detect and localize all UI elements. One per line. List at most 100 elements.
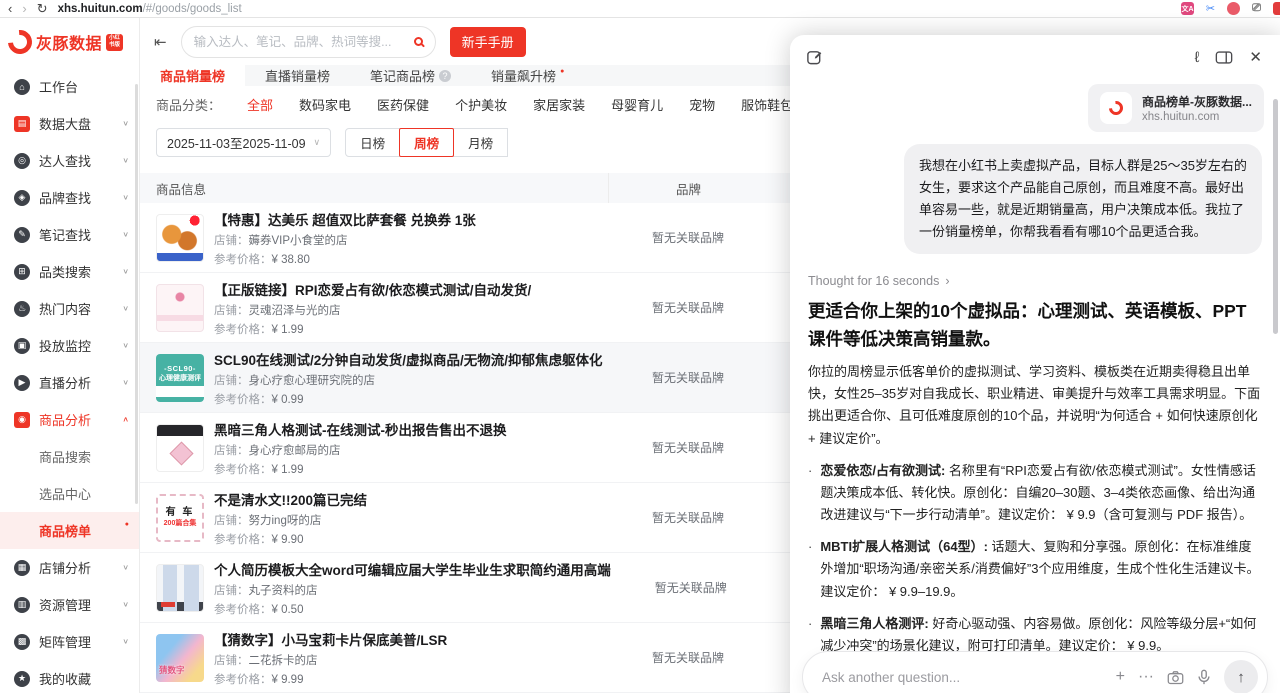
category-option[interactable]: 母婴育儿: [611, 95, 663, 114]
category-option[interactable]: 医药保健: [377, 95, 429, 114]
sidebar-item[interactable]: ▩ 矩阵管理 ∨: [0, 623, 139, 660]
microphone-icon[interactable]: [1197, 669, 1211, 685]
sidebar-item[interactable]: ▶ 直播分析 ∨: [0, 364, 139, 401]
product-title[interactable]: 【正版链接】RPI恋爱占有欲/依恋模式测试/自动发货/: [214, 279, 531, 299]
logo-text: 灰豚数据: [36, 30, 102, 54]
sidebar-item[interactable]: ◉ 商品分析 ∧: [0, 401, 139, 438]
ask-input[interactable]: [822, 670, 1103, 685]
page-context-chip[interactable]: 商品榜单-灰豚数据... xhs.huitun.com: [1088, 84, 1264, 132]
sidebar-item[interactable]: ⌂ 工作台: [0, 68, 139, 105]
forward-icon[interactable]: ›: [22, 2, 26, 15]
clipped-extension-icon[interactable]: [1273, 2, 1280, 15]
product-cell: 【正版链接】RPI恋爱占有欲/依恋模式测试/自动发货/ 店铺：灵魂沼泽与光的店 …: [140, 279, 608, 337]
new-chat-icon[interactable]: [806, 49, 823, 66]
period-tab[interactable]: 周榜: [399, 128, 454, 157]
search-icon[interactable]: [414, 37, 423, 46]
rank-tab[interactable]: 直播销量榜: [245, 65, 350, 86]
answer-heading: 更适合你上架的10个虚拟品：心理测试、英语模板、PPT课件等低决策高销量款。: [808, 298, 1262, 352]
sidebar-item[interactable]: ◈ 品牌查找 ∨: [0, 179, 139, 216]
category-option[interactable]: 宠物: [689, 95, 715, 114]
answer-bullet: · MBTI扩展人格测试（64型）: 话题大、复购和分享强。原创化：在标准维度外…: [808, 536, 1262, 602]
collapse-sidebar-icon[interactable]: ⇤: [154, 33, 167, 51]
sidebar-item-icon: ◉: [14, 412, 30, 428]
sidebar-item[interactable]: 选品中心: [0, 475, 139, 512]
product-thumbnail[interactable]: 有 车 200篇合集: [156, 494, 204, 542]
help-icon[interactable]: ?: [439, 70, 451, 82]
sidebar-item[interactable]: 商品搜索: [0, 438, 139, 475]
product-title[interactable]: 【特惠】达美乐 超值双比萨套餐 兑换券 1张: [214, 209, 476, 229]
back-icon[interactable]: ‹: [8, 2, 12, 15]
category-option[interactable]: 全部: [247, 95, 273, 114]
brand-cell: 暂无关联品牌: [608, 439, 768, 456]
new-dot-icon: ●: [125, 521, 129, 528]
chevron-icon: ∨: [122, 193, 129, 202]
translate-extension-icon[interactable]: 文A: [1181, 2, 1194, 15]
chevron-icon: ∨: [122, 304, 129, 313]
close-icon[interactable]: ✕: [1249, 48, 1262, 66]
product-thumbnail[interactable]: [156, 284, 204, 332]
panel-scrollbar[interactable]: [1273, 99, 1278, 334]
rank-tab[interactable]: 销量飙升榜 ●: [471, 65, 584, 86]
search-input[interactable]: [194, 35, 406, 49]
rank-tab[interactable]: 笔记商品榜 ?: [350, 65, 471, 86]
category-option[interactable]: 数码家电: [299, 95, 351, 114]
sidebar-item[interactable]: ▥ 资源管理 ∨: [0, 586, 139, 623]
sidebar-item[interactable]: ▦ 店铺分析 ∨: [0, 549, 139, 586]
thought-label: Thought for 16 seconds: [808, 274, 939, 288]
camera-extension-icon[interactable]: ⎚: [1250, 2, 1263, 15]
app-logo[interactable]: 灰豚数据 小红书版: [0, 18, 139, 62]
category-option[interactable]: 家居家装: [533, 95, 585, 114]
chevron-icon: ∨: [122, 563, 129, 572]
chevron-icon: ∨: [122, 119, 129, 128]
sidebar-item[interactable]: ▤ 数据大盘 ∨: [0, 105, 139, 142]
category-option[interactable]: 服饰鞋包: [741, 95, 793, 114]
rank-tab[interactable]: 商品销量榜: [140, 65, 245, 86]
logo-badge: 小红书版: [106, 34, 123, 51]
sidebar-item[interactable]: ★ 我的收藏: [0, 660, 139, 693]
side-panel-toggle-icon[interactable]: [1215, 50, 1233, 65]
product-title[interactable]: 不是清水文!!200篇已完结: [214, 489, 367, 509]
product-title[interactable]: 黑暗三角人格测试-在线测试-秒出报告售出不退换: [214, 419, 507, 439]
category-option[interactable]: 个护美妆: [455, 95, 507, 114]
product-title[interactable]: 【猜数字】小马宝莉卡片保底美普/LSR: [214, 629, 447, 649]
period-tab[interactable]: 月榜: [453, 128, 508, 157]
product-shop: 店铺：努力ing呀的店: [214, 512, 367, 528]
column-product: 商品信息: [140, 179, 608, 198]
sidebar-item[interactable]: 商品榜单 ●: [0, 512, 139, 549]
signature-pen-icon[interactable]: ℓ: [1195, 49, 1200, 66]
more-options-icon[interactable]: ···: [1138, 668, 1154, 686]
product-thumbnail[interactable]: -SCL90- 心理健康测评: [156, 354, 204, 402]
date-range-value: 2025-11-03至2025-11-09: [167, 133, 306, 152]
product-thumbnail[interactable]: 猜数字: [156, 634, 204, 682]
sidebar-item-icon: ◈: [14, 190, 30, 206]
sidebar-item-icon: ▩: [14, 634, 30, 650]
period-tab[interactable]: 日榜: [345, 128, 400, 157]
scissors-extension-icon[interactable]: ✂: [1204, 2, 1217, 15]
product-price: 参考价格：¥ 0.99: [214, 391, 603, 407]
product-title[interactable]: 个人简历模板大全word可编辑应届大学生毕业生求职简约通用高端: [214, 559, 611, 579]
sidebar-item[interactable]: ♨ 热门内容 ∨: [0, 290, 139, 327]
sidebar-item-icon: ▦: [14, 560, 30, 576]
refresh-icon[interactable]: ↻: [37, 2, 48, 15]
sidebar-item-label: 商品榜单: [39, 521, 120, 540]
date-range-select[interactable]: 2025-11-03至2025-11-09 ∨: [156, 128, 331, 157]
sidebar-scrollbar[interactable]: [135, 84, 138, 504]
thought-toggle[interactable]: Thought for 16 seconds ›: [808, 274, 1262, 288]
recorder-extension-icon[interactable]: [1227, 2, 1240, 15]
sidebar-item[interactable]: ▣ 投放监控 ∨: [0, 327, 139, 364]
product-thumbnail[interactable]: [156, 564, 204, 612]
sidebar-item[interactable]: ◎ 达人查找 ∨: [0, 142, 139, 179]
product-thumbnail[interactable]: [156, 424, 204, 472]
handbook-button[interactable]: 新手手册: [450, 27, 526, 57]
sidebar-item-label: 店铺分析: [39, 558, 113, 577]
screenshot-camera-icon[interactable]: [1167, 670, 1184, 685]
sidebar-item[interactable]: ⊞ 品类搜索 ∨: [0, 253, 139, 290]
product-title[interactable]: SCL90在线测试/2分钟自动发货/虚拟商品/无物流/抑郁焦虑躯体化: [214, 349, 603, 369]
url-bar[interactable]: xhs.huitun.com/#/goods/goods_list: [58, 3, 242, 15]
sidebar-item-icon: ▥: [14, 597, 30, 613]
send-button[interactable]: ↑: [1224, 660, 1258, 693]
attach-plus-icon[interactable]: +: [1116, 668, 1125, 686]
product-thumbnail[interactable]: [156, 214, 204, 262]
answer-bullet: · 恋爱依恋/占有欲测试: 名称里有“RPI恋爱占有欲/依恋模式测试”。女性情感…: [808, 460, 1262, 526]
sidebar-item[interactable]: ✎ 笔记查找 ∨: [0, 216, 139, 253]
